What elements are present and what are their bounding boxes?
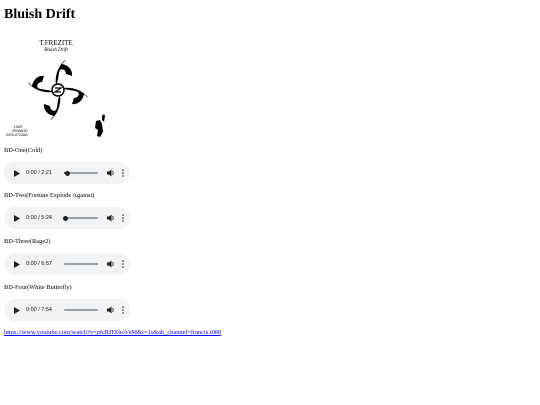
cover-album-title: Bluish Drift (44, 48, 68, 53)
audio-player-3[interactable]: 0:00 / 6:57 (4, 253, 130, 275)
seek-bar[interactable] (64, 309, 98, 311)
track-title-4: BD-Four(White Butterfly) (4, 284, 72, 291)
track-title-2: BD-Two(Fortune Explode Against) (4, 192, 95, 199)
youtube-link[interactable]: https://www.youtube.com/watch?v=pIcRHXho… (4, 329, 221, 336)
cover-small-text-3: ZXHI-0712AA (6, 133, 28, 137)
volume-icon[interactable] (107, 214, 115, 222)
time-display: 0:00 / 6:57 (26, 261, 52, 267)
seek-bar[interactable] (64, 170, 98, 176)
volume-icon[interactable] (107, 169, 115, 177)
swirl-arrows-logo (28, 60, 88, 120)
figure-silhouette (95, 114, 105, 137)
more-vertical-icon[interactable] (121, 260, 125, 268)
play-icon[interactable] (12, 306, 21, 315)
seek-bar[interactable] (64, 263, 98, 265)
time-display: 0:00 / 5:24 (26, 215, 52, 221)
seek-bar[interactable] (63, 215, 98, 221)
play-icon[interactable] (12, 214, 21, 223)
audio-player-4[interactable]: 0:00 / 7:54 (4, 299, 130, 321)
play-icon[interactable] (12, 169, 21, 178)
volume-icon[interactable] (107, 260, 115, 268)
album-cover-image: T.FREZITE Bluish Drift LIMIT ZENIAHO ZXH… (4, 36, 108, 140)
more-vertical-icon[interactable] (121, 169, 125, 177)
page-title: Bluish Drift (4, 7, 76, 22)
time-display: 0:00 / 2:21 (26, 170, 52, 176)
audio-player-1[interactable]: 0:00 / 2:21 (4, 162, 130, 184)
volume-icon[interactable] (107, 306, 115, 314)
play-icon[interactable] (12, 260, 21, 269)
more-vertical-icon[interactable] (121, 306, 125, 314)
time-display: 0:00 / 7:54 (26, 307, 52, 313)
more-vertical-icon[interactable] (121, 214, 125, 222)
cover-artist: T.FREZITE (39, 39, 73, 47)
track-title-3: BD-Three(Rage2) (4, 238, 51, 245)
audio-player-2[interactable]: 0:00 / 5:24 (4, 207, 130, 229)
track-title-1: BD-One(Cold) (4, 147, 43, 154)
